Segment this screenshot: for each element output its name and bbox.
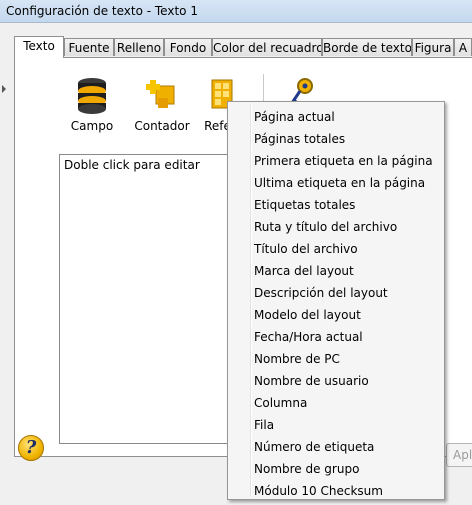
menu-item-fecha-hora[interactable]: Fecha/Hora actual <box>254 326 363 348</box>
tab-relleno[interactable]: Relleno <box>114 38 164 56</box>
tab-fondo[interactable]: Fondo <box>164 38 212 56</box>
menu-item-nombre-usuario[interactable]: Nombre de usuario <box>254 370 369 392</box>
campo-button[interactable]: Campo <box>57 76 127 133</box>
menu-item-fila[interactable]: Fila <box>254 414 274 436</box>
menu-item-ultima-etiqueta[interactable]: Ultima etiqueta en la página <box>254 172 425 194</box>
menu-item-pagina-actual[interactable]: Página actual <box>254 106 335 128</box>
menu-gutter-highlight <box>251 104 252 497</box>
database-icon <box>78 78 106 114</box>
tab-borde-de-texto[interactable]: Borde de texto <box>322 38 412 56</box>
menu-item-marca-layout[interactable]: Marca del layout <box>254 260 354 282</box>
tab-overflow[interactable]: A <box>454 38 472 56</box>
counter-plus-icon <box>146 80 175 108</box>
menu-item-modulo-checksum[interactable]: Módulo 10 Checksum <box>254 480 383 502</box>
contador-label: Contador <box>134 119 190 133</box>
menu-item-paginas-totales[interactable]: Páginas totales <box>254 128 345 150</box>
field-dropdown-menu: Página actual Páginas totales Primera et… <box>227 101 445 500</box>
title-bar: Configuración de texto - Texto 1 <box>0 0 472 22</box>
tab-fuente[interactable]: Fuente <box>64 38 114 56</box>
contador-button[interactable]: Contador <box>127 76 197 133</box>
menu-item-nombre-pc[interactable]: Nombre de PC <box>254 348 340 370</box>
apply-button[interactable]: Apli <box>446 443 472 467</box>
campo-label: Campo <box>70 119 114 133</box>
tab-figura[interactable]: Figura <box>412 38 454 56</box>
menu-item-primera-etiqueta[interactable]: Primera etiqueta en la página <box>254 150 433 172</box>
help-icon[interactable]: ? <box>18 435 44 461</box>
menu-item-ruta-titulo[interactable]: Ruta y título del archivo <box>254 216 397 238</box>
menu-item-etiquetas-totales[interactable]: Etiquetas totales <box>254 194 355 216</box>
window-title: Configuración de texto - Texto 1 <box>6 4 198 18</box>
menu-item-modelo-layout[interactable]: Modelo del layout <box>254 304 361 326</box>
expand-arrow-icon[interactable] <box>2 85 6 93</box>
menu-item-numero-etiqueta[interactable]: Número de etiqueta <box>254 436 374 458</box>
menu-item-descripcion-layout[interactable]: Descripción del layout <box>254 282 388 304</box>
menu-item-columna[interactable]: Columna <box>254 392 307 414</box>
tab-color-del-recuadro[interactable]: Color del recuadro <box>212 38 322 56</box>
menu-item-nombre-grupo[interactable]: Nombre de grupo <box>254 458 359 480</box>
tab-texto[interactable]: Texto <box>14 36 64 58</box>
editor-hint-text: Doble click para editar <box>64 158 200 172</box>
menu-item-titulo-archivo[interactable]: Título del archivo <box>254 238 358 260</box>
